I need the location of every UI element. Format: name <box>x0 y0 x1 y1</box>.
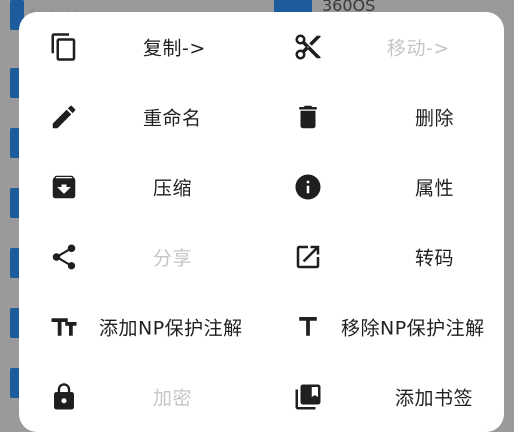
menu-item-add-np-annotation[interactable]: 添加NP保护注解 <box>19 292 261 362</box>
info-icon <box>292 171 324 203</box>
menu-item-label: 重命名 <box>143 107 202 130</box>
menu-item-label: 分享 <box>153 247 193 270</box>
menu-item-label: 移除NP保护注解 <box>341 317 485 340</box>
menu-item-move[interactable]: 移动-> <box>261 12 504 82</box>
menu-item-label: 删除 <box>415 107 455 130</box>
menu-item-copy[interactable]: 复制-> <box>19 12 261 82</box>
menu-item-transcode[interactable]: 转码 <box>261 222 504 292</box>
menu-item-label: 添加书签 <box>395 387 474 410</box>
menu-item-rename[interactable]: 重命名 <box>19 82 261 152</box>
pencil-icon <box>48 101 80 133</box>
menu-item-label: 移动-> <box>387 37 450 60</box>
menu-item-label: 转码 <box>415 247 455 270</box>
trash-icon <box>292 101 324 133</box>
archive-icon <box>48 171 80 203</box>
open-in-new-icon <box>292 241 324 273</box>
menu-item-delete[interactable]: 删除 <box>261 82 504 152</box>
menu-item-encrypt[interactable]: 加密 <box>19 362 261 432</box>
menu-item-label: 添加NP保护注解 <box>99 317 243 340</box>
menu-item-share[interactable]: 分享 <box>19 222 261 292</box>
copy-icon <box>48 31 80 63</box>
menu-item-properties[interactable]: 属性 <box>261 152 504 222</box>
text-t-icon <box>292 311 324 343</box>
share-icon <box>48 241 80 273</box>
menu-item-remove-np-annotation[interactable]: 移除NP保护注解 <box>261 292 504 362</box>
action-sheet: 复制-> 移动-> 重命名 删除 压缩 属性 分享 转码 添加NP保护注解 移除… <box>19 12 504 432</box>
text-size-icon <box>48 311 80 343</box>
menu-item-label: 加密 <box>153 387 193 410</box>
menu-item-compress[interactable]: 压缩 <box>19 152 261 222</box>
menu-item-add-bookmark[interactable]: 添加书签 <box>261 362 504 432</box>
menu-item-label: 压缩 <box>153 177 193 200</box>
menu-item-label: 属性 <box>415 177 455 200</box>
menu-item-label: 复制-> <box>143 37 206 60</box>
bookmark-icon <box>292 381 324 413</box>
cut-icon <box>292 31 324 63</box>
lock-icon <box>48 381 80 413</box>
